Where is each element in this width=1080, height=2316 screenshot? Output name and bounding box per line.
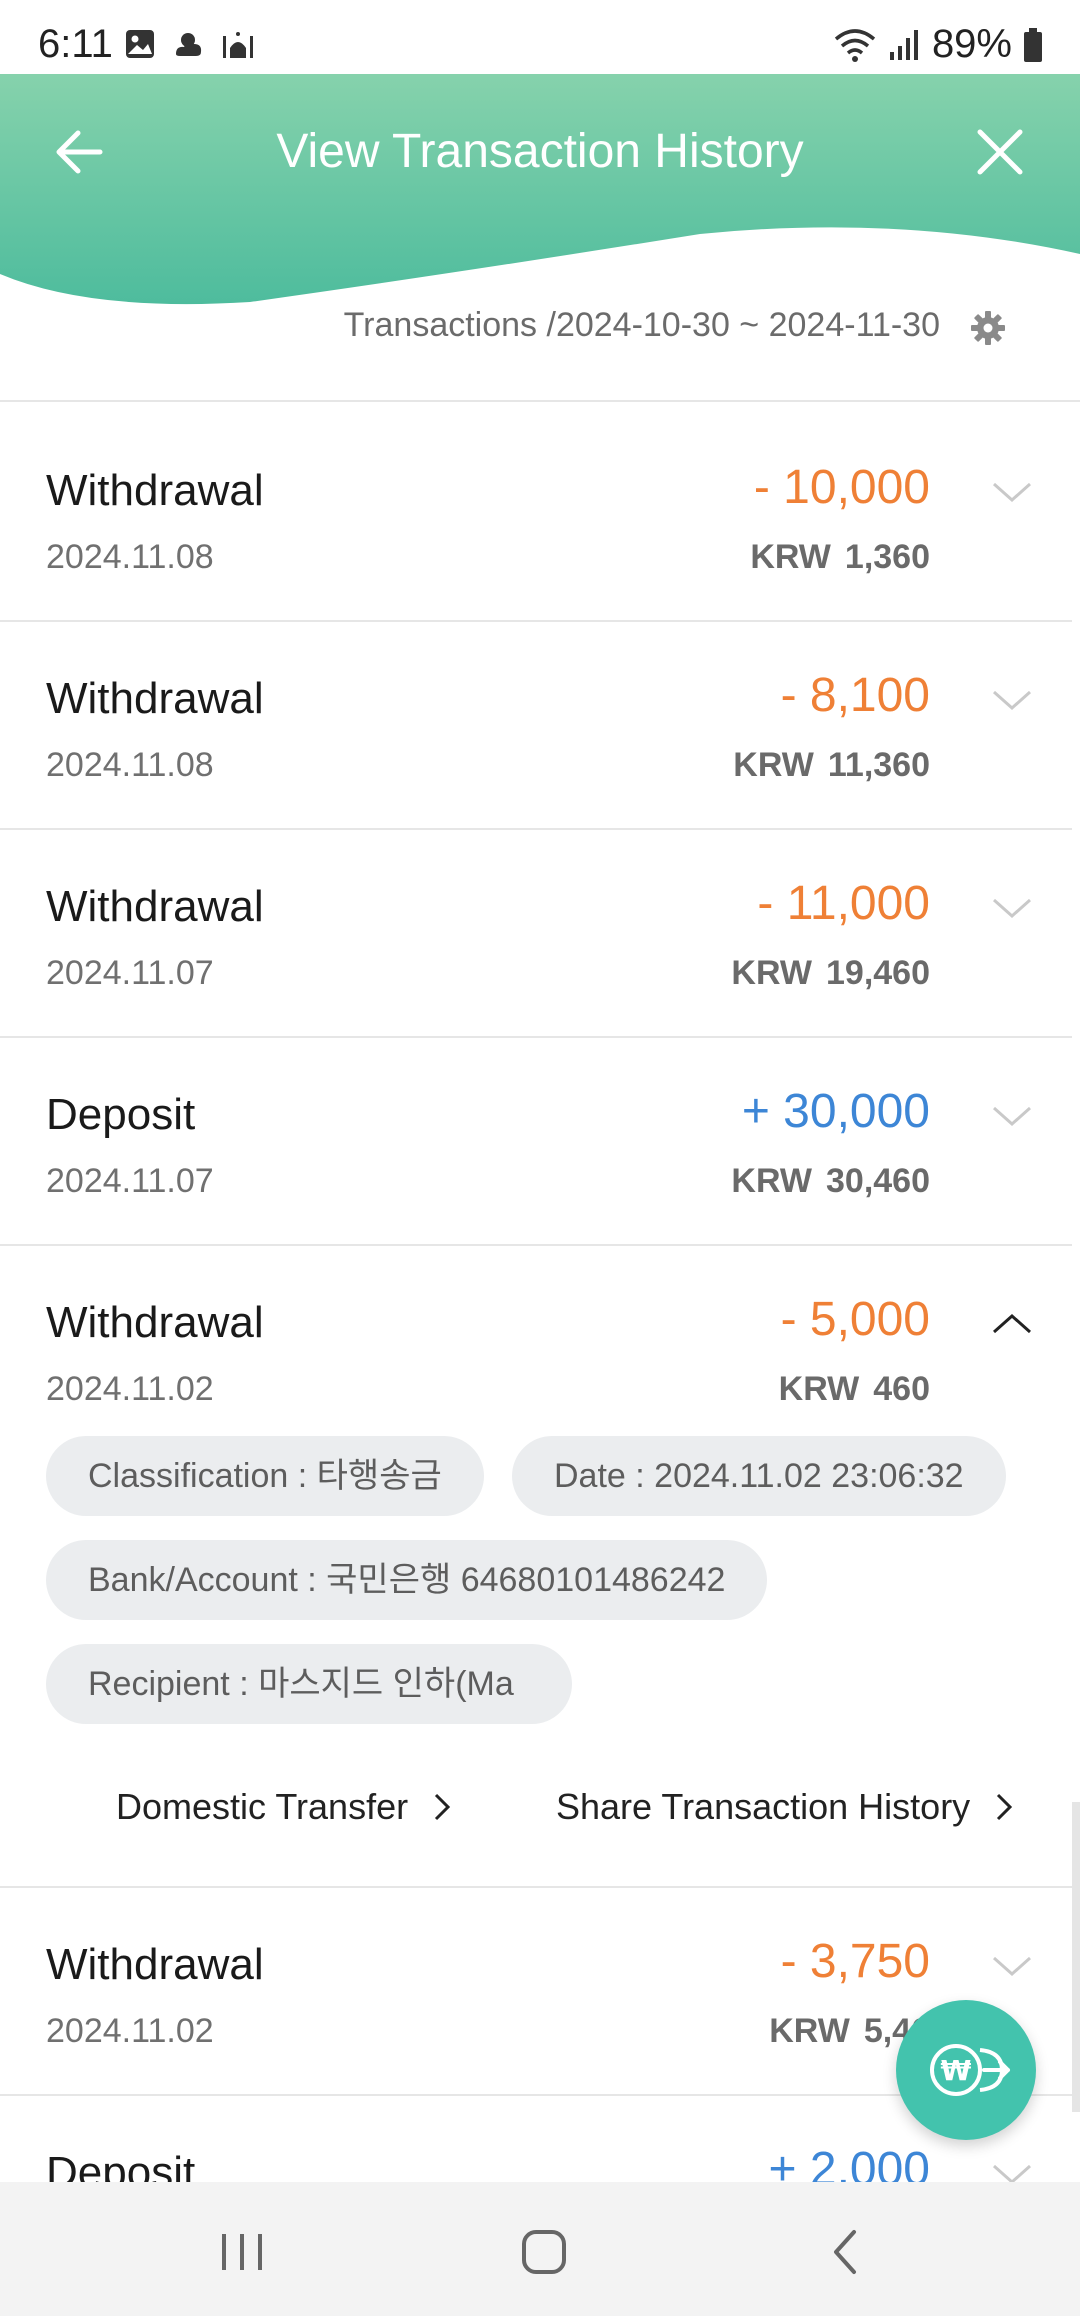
transaction-balance: KRW 30,460 [731, 1162, 930, 1201]
share-history-label: Share Transaction History [556, 1786, 971, 1827]
detail-datetime: Date : 2024.11.02 23:06:32 [512, 1436, 1006, 1516]
transaction-amount: - 3,750 [780, 1935, 930, 1988]
balance-currency: KRW [769, 2012, 850, 2050]
gear-icon[interactable] [968, 308, 1008, 348]
transaction-amount: - 11,000 [757, 877, 930, 930]
transaction-date: 2024.11.07 [46, 1162, 214, 1200]
transaction-row-expanded[interactable]: Withdrawal 2024.11.02 - 5,000 KRW 460 Cla… [0, 1246, 1072, 1888]
back-nav-icon[interactable] [816, 2222, 876, 2282]
balance-currency: KRW [750, 538, 831, 576]
chevron-down-icon[interactable] [990, 1094, 1034, 1138]
transaction-row[interactable]: Deposit 2024.11.07 + 30,000 KRW 30,460 [0, 1038, 1072, 1246]
transaction-amount: + 30,000 [741, 1085, 930, 1138]
header-wave-background [0, 74, 1080, 305]
transaction-amount: - 8,100 [780, 669, 930, 722]
transaction-type: Withdrawal [46, 1940, 264, 1989]
status-bar: 6:11 89% [0, 0, 1080, 74]
recent-apps-icon[interactable] [212, 2222, 272, 2282]
gallery-icon [126, 30, 154, 58]
balance-value: 30,460 [826, 1162, 930, 1200]
domestic-transfer-link[interactable]: Domestic Transfer [116, 1786, 454, 1828]
transaction-balance: KRW 11,360 [733, 746, 930, 785]
header: View Transaction History [0, 74, 1080, 314]
transaction-type: Withdrawal [46, 882, 264, 931]
home-icon[interactable] [514, 2222, 574, 2282]
balance-value: 19,460 [826, 954, 930, 992]
chevron-down-icon[interactable] [990, 470, 1034, 514]
chevron-up-icon[interactable] [990, 1302, 1034, 1346]
chevron-right-icon [435, 1793, 451, 1821]
detail-bank-account: Bank/Account : 국민은행 64680101486242 [46, 1540, 768, 1620]
transaction-type: Withdrawal [46, 674, 264, 723]
page-title: View Transaction History [276, 125, 804, 178]
transaction-amount: - 5,000 [780, 1293, 930, 1346]
status-time: 6:11 [38, 22, 113, 66]
transaction-date: 2024.11.02 [46, 2012, 214, 2050]
transaction-balance: KRW 460 [779, 1370, 930, 1409]
share-history-link[interactable]: Share Transaction History [556, 1786, 1016, 1828]
won-transfer-icon: ₩ [930, 2044, 1010, 2096]
transaction-type: Deposit [46, 1090, 196, 1139]
signal-icon [889, 29, 918, 60]
transaction-balance: KRW 19,460 [731, 954, 930, 993]
transaction-type: Withdrawal [46, 1298, 264, 1347]
transaction-actions: Domestic Transfer Share Transaction Hist… [0, 1786, 1072, 1866]
close-icon[interactable] [970, 122, 1030, 182]
domestic-transfer-label: Domestic Transfer [116, 1786, 409, 1827]
balance-currency: KRW [731, 954, 812, 992]
weather-icon [176, 33, 202, 56]
transaction-date: 2024.11.07 [46, 954, 214, 992]
transaction-row[interactable]: Withdrawal 2024.11.08 - 10,000 KRW 1,360 [0, 414, 1072, 622]
chevron-down-icon[interactable] [990, 1944, 1034, 1988]
detail-classification: Classification : 타행송금 [46, 1436, 484, 1516]
balance-currency: KRW [731, 1162, 812, 1200]
balance-value: 11,360 [827, 746, 930, 784]
battery-percent: 89% [931, 22, 1012, 66]
status-notification-icons [124, 28, 256, 60]
transaction-date: 2024.11.08 [46, 746, 214, 784]
system-nav-bar [0, 2182, 1080, 2316]
transaction-date: 2024.11.02 [46, 1370, 214, 1408]
detail-recipient: Recipient : 마스지드 인하(Ma [46, 1644, 572, 1724]
transaction-date: 2024.11.08 [46, 538, 214, 576]
svg-text:₩: ₩ [941, 2054, 972, 2087]
wifi-icon [834, 28, 876, 62]
scrollbar[interactable] [1072, 1802, 1080, 2112]
balance-value: 460 [873, 1370, 930, 1408]
transfer-fab-button[interactable]: ₩ [896, 2000, 1036, 2140]
transaction-row[interactable]: Withdrawal 2024.11.07 - 11,000 KRW 19,460 [0, 830, 1072, 1038]
balance-currency: KRW [733, 746, 814, 784]
chevron-right-icon [997, 1793, 1013, 1821]
transaction-row[interactable]: Withdrawal 2024.11.08 - 8,100 KRW 11,360 [0, 622, 1072, 830]
battery-icon [1024, 27, 1042, 62]
balance-value: 1,360 [844, 538, 930, 576]
transaction-balance: KRW 1,360 [750, 538, 930, 577]
status-system-icons: 89% [832, 22, 1044, 67]
transaction-amount: - 10,000 [753, 461, 930, 514]
balance-currency: KRW [778, 1370, 860, 1408]
chevron-down-icon[interactable] [990, 678, 1034, 722]
chevron-down-icon[interactable] [990, 886, 1034, 930]
transaction-type: Withdrawal [46, 466, 264, 515]
mosque-icon [223, 32, 253, 58]
